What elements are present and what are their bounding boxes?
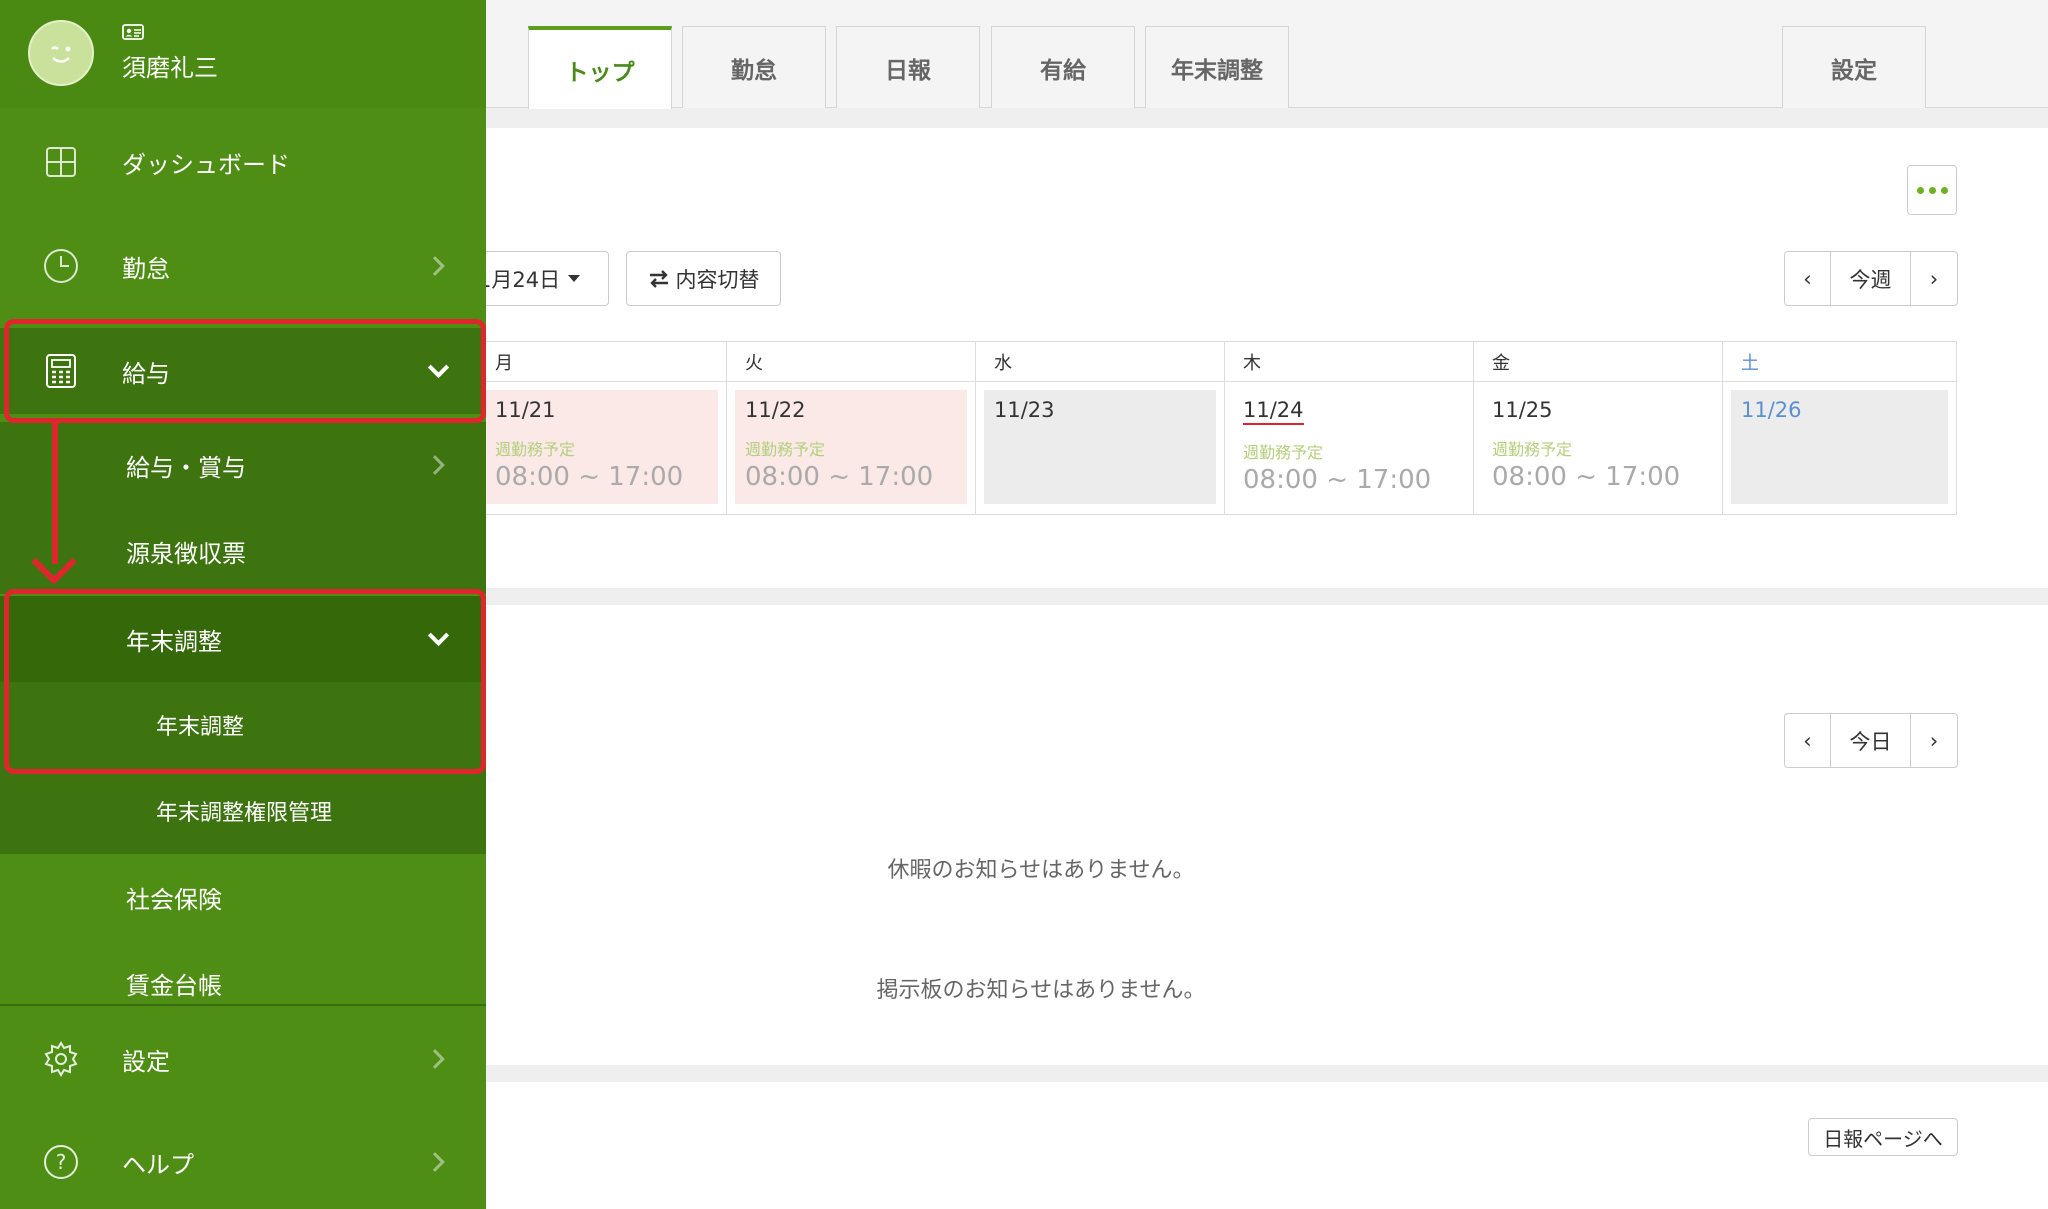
week-calendar: 月 11/21 週勤務予定 08:00 ~ 17:00 火 11/22 週勤務予… — [476, 341, 1957, 515]
sidebar-item-wage-ledger[interactable]: 賃金台帳 — [0, 940, 486, 1026]
weekday-header: 金 — [1474, 342, 1722, 382]
leave-notice-empty: 休暇のお知らせはありません。 — [887, 858, 1195, 883]
schedule-label: 週勤務予定 — [745, 440, 826, 459]
today-button[interactable]: 今日 — [1831, 714, 1911, 767]
weekday-header: 土 — [1723, 342, 1956, 382]
this-week-button[interactable]: 今週 — [1831, 252, 1911, 305]
sidebar-item-label: 給与・賞与 — [126, 453, 246, 482]
help-question-icon: ? — [42, 1143, 80, 1181]
chevron-right-icon — [425, 1152, 445, 1172]
sidebar-item-settings[interactable]: 設定 — [0, 1016, 486, 1102]
top-tab-bar: トップ 勤怠 日報 有給 年末調整 設定 — [486, 0, 2048, 109]
weekday-header: 水 — [976, 342, 1224, 382]
tab-top[interactable]: トップ — [528, 26, 672, 109]
sidebar-divider — [0, 1004, 486, 1006]
switch-content-label: 内容切替 — [675, 267, 760, 292]
day-column-mon: 月 11/21 週勤務予定 08:00 ~ 17:00 — [477, 342, 727, 514]
day-date: 11/21 — [495, 398, 556, 422]
sidebar-subitem-year-end-permission[interactable]: 年末調整権限管理 — [0, 768, 486, 854]
schedule-time: 08:00 ~ 17:00 — [1243, 465, 1432, 496]
day-column-thu: 木 11/24 週勤務予定 08:00 ~ 17:00 — [1225, 342, 1474, 514]
tab-attendance[interactable]: 勤怠 — [682, 26, 826, 108]
tab-paid-leave[interactable]: 有給 — [991, 26, 1135, 108]
notices-card: ‹ 今日 › 休暇のお知らせはありません。 掲示板のお知らせはありません。 — [486, 605, 2048, 1065]
user-name: 須磨礼三 — [122, 54, 218, 82]
sidebar-item-label: ダッシュボード — [122, 150, 290, 179]
prev-week-button[interactable]: ‹ — [1785, 252, 1831, 305]
day-column-fri: 金 11/25 週勤務予定 08:00 ~ 17:00 — [1474, 342, 1723, 514]
tab-daily-report[interactable]: 日報 — [836, 26, 980, 108]
sidebar-item-help[interactable]: ? ヘルプ — [0, 1120, 486, 1204]
schedule-time: 08:00 ~ 17:00 — [495, 462, 684, 492]
clock-icon — [42, 247, 80, 285]
day-date: 11/26 — [1741, 398, 1802, 422]
sidebar-item-label: ヘルプ — [122, 1150, 194, 1179]
avatar — [28, 20, 94, 86]
schedule-label: 週勤務予定 — [1243, 443, 1324, 463]
sidebar-item-label: 勤怠 — [122, 254, 170, 283]
more-dots-icon — [1916, 186, 1948, 194]
day-cell[interactable]: 11/22 週勤務予定 08:00 ~ 17:00 — [735, 390, 967, 504]
day-cell[interactable]: 11/26 — [1731, 390, 1948, 504]
schedule-card: 1月24日 内容切替 ‹ 今週 › 月 11/21 週勤務予定 08:00 ~ … — [466, 128, 2048, 588]
sidebar-item-social-insurance[interactable]: 社会保険 — [0, 854, 486, 940]
highlight-box-payroll — [4, 319, 486, 423]
day-nav: ‹ 今日 › — [1784, 713, 1958, 768]
day-date: 11/23 — [994, 398, 1055, 422]
highlight-box-year-end — [4, 589, 486, 774]
swap-arrows-icon — [649, 269, 668, 288]
dashboard-grid-icon — [42, 143, 80, 181]
sidebar-item-attendance[interactable]: 勤怠 — [0, 224, 486, 308]
smiley-face-icon — [51, 46, 71, 63]
sidebar-item-withholding[interactable]: 源泉徴収票 — [0, 508, 486, 594]
weekday-header: 火 — [727, 342, 975, 382]
switch-content-button[interactable]: 内容切替 — [626, 251, 781, 306]
sidebar-item-label: 源泉徴収票 — [126, 539, 246, 568]
more-options-button[interactable] — [1907, 165, 1957, 215]
schedule-label: 週勤務予定 — [1492, 440, 1573, 459]
sidebar-item-label: 設定 — [122, 1047, 170, 1076]
chevron-right-icon — [425, 455, 445, 475]
schedule-time: 08:00 ~ 17:00 — [745, 462, 934, 492]
daily-report-page-button[interactable]: 日報ページへ — [1808, 1118, 1958, 1156]
sidebar-item-salary-bonus[interactable]: 給与・賞与 — [0, 422, 486, 508]
daily-report-card: 日報ページへ — [486, 1082, 2048, 1209]
sidebar-item-label: 年末調整権限管理 — [156, 801, 333, 826]
day-column-sat: 土 11/26 — [1723, 342, 1956, 514]
weekday-header: 木 — [1225, 342, 1473, 382]
next-day-button[interactable]: › — [1911, 714, 1957, 767]
date-picker-label: 1月24日 — [478, 267, 561, 292]
day-cell[interactable]: 11/25 週勤務予定 08:00 ~ 17:00 — [1482, 390, 1714, 504]
svg-text:?: ? — [56, 1150, 67, 1174]
profile-header[interactable]: 須磨礼三 — [0, 0, 486, 108]
day-cell[interactable]: 11/21 週勤務予定 08:00 ~ 17:00 — [485, 390, 718, 504]
sidebar-item-label: 賃金台帳 — [126, 971, 222, 1000]
tab-year-end[interactable]: 年末調整 — [1145, 26, 1289, 108]
tab-settings[interactable]: 設定 — [1782, 26, 1926, 108]
chevron-right-icon — [425, 256, 445, 276]
today-date: 11/24 — [1243, 398, 1304, 426]
board-notice-empty: 掲示板のお知らせはありません。 — [876, 978, 1206, 1003]
chevron-right-icon — [425, 1049, 445, 1069]
schedule-label: 週勤務予定 — [495, 440, 576, 459]
gear-icon — [42, 1040, 80, 1078]
day-cell[interactable]: 11/23 — [984, 390, 1216, 504]
schedule-time: 08:00 ~ 17:00 — [1492, 462, 1681, 492]
weekday-header: 月 — [477, 342, 726, 382]
id-card-icon — [122, 24, 144, 40]
sidebar-item-dashboard[interactable]: ダッシュボード — [0, 120, 486, 204]
day-date: 11/25 — [1492, 398, 1553, 422]
day-cell-today[interactable]: 11/24 週勤務予定 08:00 ~ 17:00 — [1233, 390, 1465, 504]
day-date: 11/22 — [745, 398, 806, 422]
date-picker-button[interactable]: 1月24日 — [466, 251, 609, 306]
sidebar-item-label: 社会保険 — [126, 885, 222, 914]
week-nav: ‹ 今週 › — [1784, 251, 1958, 306]
day-column-wed: 水 11/23 — [976, 342, 1225, 514]
next-week-button[interactable]: › — [1911, 252, 1957, 305]
caret-down-icon — [568, 275, 581, 282]
prev-day-button[interactable]: ‹ — [1785, 714, 1831, 767]
day-column-tue: 火 11/22 週勤務予定 08:00 ~ 17:00 — [727, 342, 976, 514]
sidebar: 須磨礼三 ダッシュボード 勤怠 給与 給与・賞与 源泉徴収票 年末調整 年末調整 — [0, 0, 486, 1209]
